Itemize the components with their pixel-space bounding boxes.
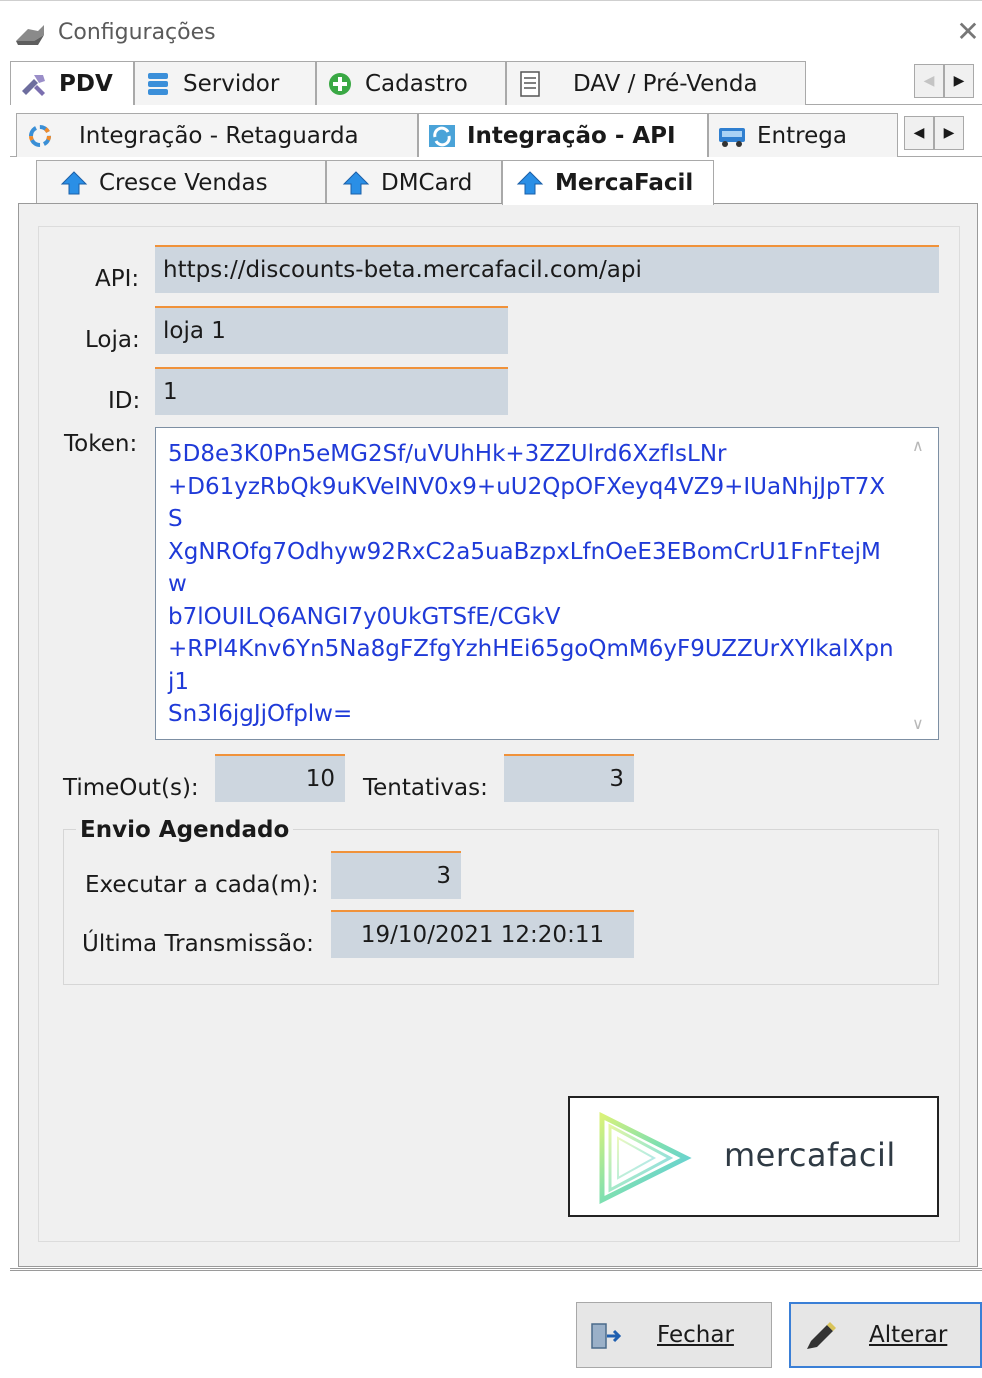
tab-integracao-api[interactable]: Integração - API xyxy=(418,113,708,157)
tab-dav-pre-venda[interactable]: DAV / Pré-Venda xyxy=(506,61,806,105)
tab-pdv[interactable]: PDV xyxy=(10,61,134,105)
arrow-up-icon xyxy=(60,170,88,194)
alterar-button[interactable]: Alterar xyxy=(789,1302,982,1368)
token-textarea[interactable]: 5D8e3K0Pn5eMG2Sf/uVUhHk+3ZZUlrd6XzfIsLNr… xyxy=(155,427,939,740)
id-label: ID: xyxy=(108,388,141,414)
tab-label: Cadastro xyxy=(365,70,468,97)
tab-scroll-left-button[interactable]: ◀ xyxy=(914,64,944,98)
tools-icon xyxy=(22,74,45,96)
document-icon xyxy=(520,70,540,97)
database-icon xyxy=(148,72,168,95)
ultima-transmissao-label: Última Transmissão: xyxy=(82,931,314,957)
logo-text: mercafacil xyxy=(724,1136,896,1174)
tab-label: PDV xyxy=(59,70,113,97)
add-circle-icon xyxy=(329,72,351,95)
tab-scroll-right-button[interactable]: ▶ xyxy=(934,116,964,150)
sync-icon xyxy=(29,124,51,147)
tentativas-field[interactable]: 3 xyxy=(504,754,634,802)
tab-cadastro[interactable]: Cadastro xyxy=(316,61,506,105)
arrow-up-icon xyxy=(342,170,370,194)
token-text: 5D8e3K0Pn5eMG2Sf/uVUhHk+3ZZUlrd6XzfIsLNr… xyxy=(168,441,894,727)
mercafacil-logo: mercafacil xyxy=(568,1096,939,1217)
alterar-label: Alterar xyxy=(869,1322,948,1348)
id-field[interactable]: 1 xyxy=(155,367,508,415)
window-title: Configurações xyxy=(58,20,216,45)
tab-label: Entrega xyxy=(757,122,847,149)
ultima-transmissao-field: 19/10/2021 12:20:11 xyxy=(331,910,634,958)
token-scrollbar[interactable]: ∧ ∨ xyxy=(904,428,938,739)
token-label: Token: xyxy=(64,431,138,457)
title-bar: Configurações ✕ xyxy=(0,0,982,60)
loja-field[interactable]: loja 1 xyxy=(155,306,508,354)
tab-scroll-right-button[interactable]: ▶ xyxy=(944,64,974,98)
timeout-label: TimeOut(s): xyxy=(63,775,199,801)
tab-entrega[interactable]: Entrega xyxy=(708,113,898,157)
settings-app-icon xyxy=(16,25,44,45)
tab-label: MercaFacil xyxy=(555,170,694,196)
arrow-up-icon xyxy=(516,171,544,195)
tab-mercafacil[interactable]: MercaFacil xyxy=(502,160,714,205)
envio-agendado-group xyxy=(63,829,939,985)
tab-integracao-retaguarda[interactable]: Integração - Retaguarda xyxy=(16,113,418,157)
fechar-button[interactable]: Fechar xyxy=(576,1302,772,1368)
tentativas-label: Tentativas: xyxy=(363,775,488,801)
tab-label: DAV / Pré-Venda xyxy=(573,70,758,97)
truck-icon xyxy=(719,127,745,147)
exit-door-icon xyxy=(591,1323,622,1349)
close-icon[interactable]: ✕ xyxy=(955,18,981,46)
tab-servidor[interactable]: Servidor xyxy=(134,61,316,105)
fechar-label: Fechar xyxy=(657,1322,734,1348)
pen-icon xyxy=(807,1322,836,1349)
scroll-down-icon[interactable]: ∨ xyxy=(912,714,924,733)
tab-label: Integração - API xyxy=(467,122,676,149)
api-field[interactable]: https://discounts-beta.mercafacil.com/ap… xyxy=(155,245,939,293)
envio-agendado-title: Envio Agendado xyxy=(76,817,294,843)
scroll-up-icon[interactable]: ∧ xyxy=(912,436,924,455)
sync-icon xyxy=(429,124,455,147)
tab-scroll-left-button[interactable]: ◀ xyxy=(904,116,934,150)
executar-field[interactable]: 3 xyxy=(331,851,461,899)
tab-dmcard[interactable]: DMCard xyxy=(326,160,502,204)
api-label: API: xyxy=(95,266,140,292)
tab-label: Servidor xyxy=(183,70,280,97)
mercafacil-logo-icon xyxy=(599,1112,692,1204)
timeout-field[interactable]: 10 xyxy=(215,754,345,802)
tab-label: DMCard xyxy=(381,169,473,196)
executar-label: Executar a cada(m): xyxy=(85,872,319,898)
tab-label: Integração - Retaguarda xyxy=(79,122,359,149)
tab-label: Cresce Vendas xyxy=(99,169,268,196)
panel-divider xyxy=(10,1268,982,1271)
loja-label: Loja: xyxy=(85,327,140,353)
tab-cresce-vendas[interactable]: Cresce Vendas xyxy=(36,160,326,204)
